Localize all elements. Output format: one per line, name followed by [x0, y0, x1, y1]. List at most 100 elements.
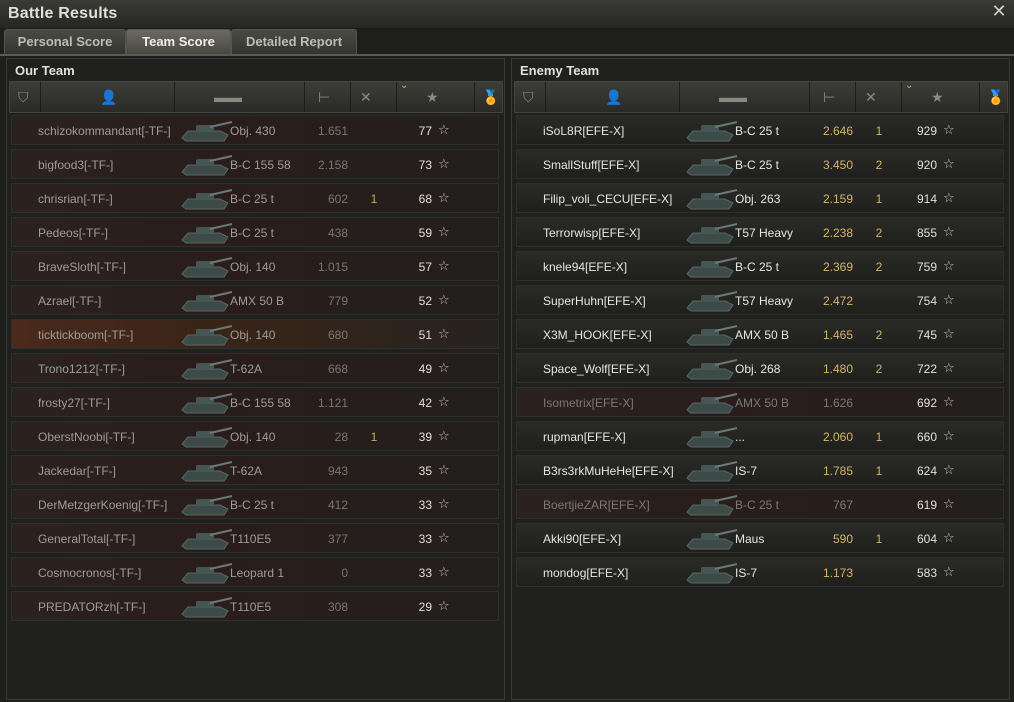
player-name: Terrorwisp[EFE-X] — [543, 226, 641, 240]
player-row[interactable]: SmallStuff[EFE-X] B-C 25 t 3.450 2 920 ☆ — [516, 149, 1004, 179]
tab-team-score[interactable]: Team Score — [126, 29, 231, 54]
player-name: schizokommandant[-TF-] — [38, 124, 171, 138]
sort-damage-button[interactable]: ⊢ — [304, 82, 351, 112]
player-row[interactable]: BoertjieZAR[EFE-X] B-C 25 t 767 619 ☆ — [516, 489, 1004, 519]
player-row[interactable]: DerMetzgerKoenig[-TF-] B-C 25 t 412 33 ☆ — [11, 489, 499, 519]
player-name: Filip_voli_CECU[EFE-X] — [543, 192, 673, 206]
xp-value: 33 — [418, 498, 432, 512]
xp-value: 42 — [418, 396, 432, 410]
player-row[interactable]: GeneralTotal[-TF-] T110E5 377 33 ☆ — [11, 523, 499, 553]
damage-value: 779 — [327, 294, 348, 308]
damage-icon: ⊢ — [318, 89, 331, 105]
player-row[interactable]: bigfood3[-TF-] B-C 155 58 2.158 73 ☆ — [11, 149, 499, 179]
player-row[interactable]: knele94[EFE-X] B-C 25 t 2.369 2 759 ☆ — [516, 251, 1004, 281]
tank-name: AMX 50 B — [230, 294, 285, 308]
sort-medal-button[interactable]: 🏅 — [979, 82, 1007, 112]
tank-name: T110E5 — [230, 532, 272, 546]
xp-star-icon: ☆ — [438, 360, 450, 375]
xp-value: 745 — [916, 328, 937, 342]
sort-kills-button[interactable]: ✕ — [350, 82, 397, 112]
xp-star-icon: ☆ — [943, 530, 955, 545]
sort-rank-button[interactable]: ⛉ — [10, 82, 41, 112]
tank-icon — [685, 118, 739, 144]
kills-value: 1 — [875, 532, 883, 546]
xp-value: 29 — [418, 600, 432, 614]
kills-value: 2 — [875, 226, 883, 240]
player-row[interactable]: Jackedar[-TF-] T-62A 943 35 ☆ — [11, 455, 499, 485]
player-row[interactable]: B3rs3rkMuHeHe[EFE-X] IS-7 1.785 1 624 ☆ — [516, 455, 1004, 485]
player-row[interactable]: BraveSloth[-TF-] Obj. 140 1.015 57 ☆ — [11, 251, 499, 281]
tank-icon — [180, 492, 234, 518]
damage-value: 1.480 — [822, 362, 853, 376]
close-icon[interactable]: ✕ — [990, 2, 1008, 20]
xp-value: 920 — [916, 158, 937, 172]
tank-icon — [180, 254, 234, 280]
tank-name: AMX 50 B — [735, 328, 790, 342]
tab-personal-score[interactable]: Personal Score — [4, 29, 126, 54]
player-row[interactable]: mondog[EFE-X] IS-7 1.173 583 ☆ — [516, 557, 1004, 587]
sort-xp-button[interactable]: ⌄ ★ — [396, 80, 475, 112]
sort-player-button[interactable]: 👤 — [545, 82, 680, 112]
player-name: Trono1212[-TF-] — [38, 362, 125, 376]
player-row[interactable]: X3M_HOOK[EFE-X] AMX 50 B 1.465 2 745 ☆ — [516, 319, 1004, 349]
sort-player-button[interactable]: 👤 — [40, 82, 175, 112]
player-row[interactable]: frosty27[-TF-] B-C 155 58 1.121 42 ☆ — [11, 387, 499, 417]
damage-value: 377 — [327, 532, 348, 546]
xp-star-icon: ☆ — [438, 122, 450, 137]
player-row[interactable]: Space_Wolf[EFE-X] Obj. 268 1.480 2 722 ☆ — [516, 353, 1004, 383]
player-row[interactable]: chrisrian[-TF-] B-C 25 t 602 1 68 ☆ — [11, 183, 499, 213]
player-row[interactable]: iSoL8R[EFE-X] B-C 25 t 2.646 1 929 ☆ — [516, 115, 1004, 145]
tank-name: Obj. 263 — [735, 192, 781, 206]
player-row[interactable]: Akki90[EFE-X] Maus 590 1 604 ☆ — [516, 523, 1004, 553]
enemy-team-title: Enemy Team — [520, 63, 600, 78]
player-row[interactable]: Cosmocronos[-TF-] Leopard 1 0 33 ☆ — [11, 557, 499, 587]
sort-damage-button[interactable]: ⊢ — [809, 82, 856, 112]
tank-name: B-C 25 t — [230, 192, 275, 206]
player-row[interactable]: Terrorwisp[EFE-X] T57 Heavy 2.238 2 855 ☆ — [516, 217, 1004, 247]
enemy-team-header: ⛉ 👤 ▬▬ ⊢ ✕ ⌄ ★ 🏅 — [514, 80, 1008, 113]
tab-detailed-report[interactable]: Detailed Report — [231, 29, 357, 54]
xp-star-icon: ☆ — [943, 156, 955, 171]
player-name: Jackedar[-TF-] — [38, 464, 117, 478]
xp-star-icon: ☆ — [943, 564, 955, 579]
tank-icon — [180, 220, 234, 246]
player-row[interactable]: schizokommandant[-TF-] Obj. 430 1.651 77 ☆ — [11, 115, 499, 145]
our-team-panel: Our Team ⛉ 👤 ▬▬ ⊢ ✕ ⌄ ★ 🏅 schizokommandan… — [6, 58, 505, 700]
player-row[interactable]: Azrael[-TF-] AMX 50 B 779 52 ☆ — [11, 285, 499, 315]
sort-medal-button[interactable]: 🏅 — [474, 82, 502, 112]
xp-value: 73 — [418, 158, 432, 172]
tank-name: IS-7 — [735, 566, 758, 580]
sort-tank-button[interactable]: ▬▬ — [174, 82, 305, 112]
sort-kills-button[interactable]: ✕ — [855, 82, 902, 112]
damage-value: 2.646 — [822, 124, 853, 138]
tank-icon — [180, 560, 234, 586]
player-row[interactable]: PREDATORzh[-TF-] T110E5 308 29 ☆ — [11, 591, 499, 621]
player-row[interactable]: rupman[EFE-X]... 2.060 1 660 ☆ — [516, 421, 1004, 451]
tank-name: T-62A — [230, 464, 263, 478]
player-row[interactable]: Trono1212[-TF-] T-62A 668 49 ☆ — [11, 353, 499, 383]
sort-rank-button[interactable]: ⛉ — [515, 82, 546, 112]
xp-value: 692 — [916, 396, 937, 410]
tank-name: B-C 25 t — [735, 498, 780, 512]
kills-value: 2 — [875, 362, 883, 376]
player-name: SmallStuff[EFE-X] — [543, 158, 640, 172]
sort-xp-button[interactable]: ⌄ ★ — [901, 80, 980, 112]
sort-tank-button[interactable]: ▬▬ — [679, 82, 810, 112]
player-row[interactable]: Isometrix[EFE-X] AMX 50 B 1.626 692 ☆ — [516, 387, 1004, 417]
damage-value: 590 — [832, 532, 853, 546]
xp-star-icon: ☆ — [943, 496, 955, 511]
player-name: chrisrian[-TF-] — [38, 192, 113, 206]
tank-name: B-C 25 t — [230, 226, 275, 240]
player-row[interactable]: OberstNoobi[-TF-] Obj. 140 28 1 39 ☆ — [11, 421, 499, 451]
tank-name: T57 Heavy — [735, 226, 794, 240]
damage-value: 2.369 — [822, 260, 853, 274]
player-row[interactable]: Filip_voli_CECU[EFE-X] Obj. 263 2.159 1 914 ☆ — [516, 183, 1004, 213]
damage-value: 1.121 — [317, 396, 348, 410]
tank-icon — [685, 186, 739, 212]
player-row[interactable]: SuperHuhn[EFE-X] T57 Heavy 2.472 754 ☆ — [516, 285, 1004, 315]
player-name: BraveSloth[-TF-] — [38, 260, 127, 274]
player-row[interactable]: ticktickboom[-TF-] Obj. 140 680 51 ☆ — [11, 319, 499, 349]
kills-value: 1 — [875, 430, 883, 444]
tank-icon — [685, 526, 739, 552]
player-row[interactable]: Pedeos[-TF-] B-C 25 t 438 59 ☆ — [11, 217, 499, 247]
